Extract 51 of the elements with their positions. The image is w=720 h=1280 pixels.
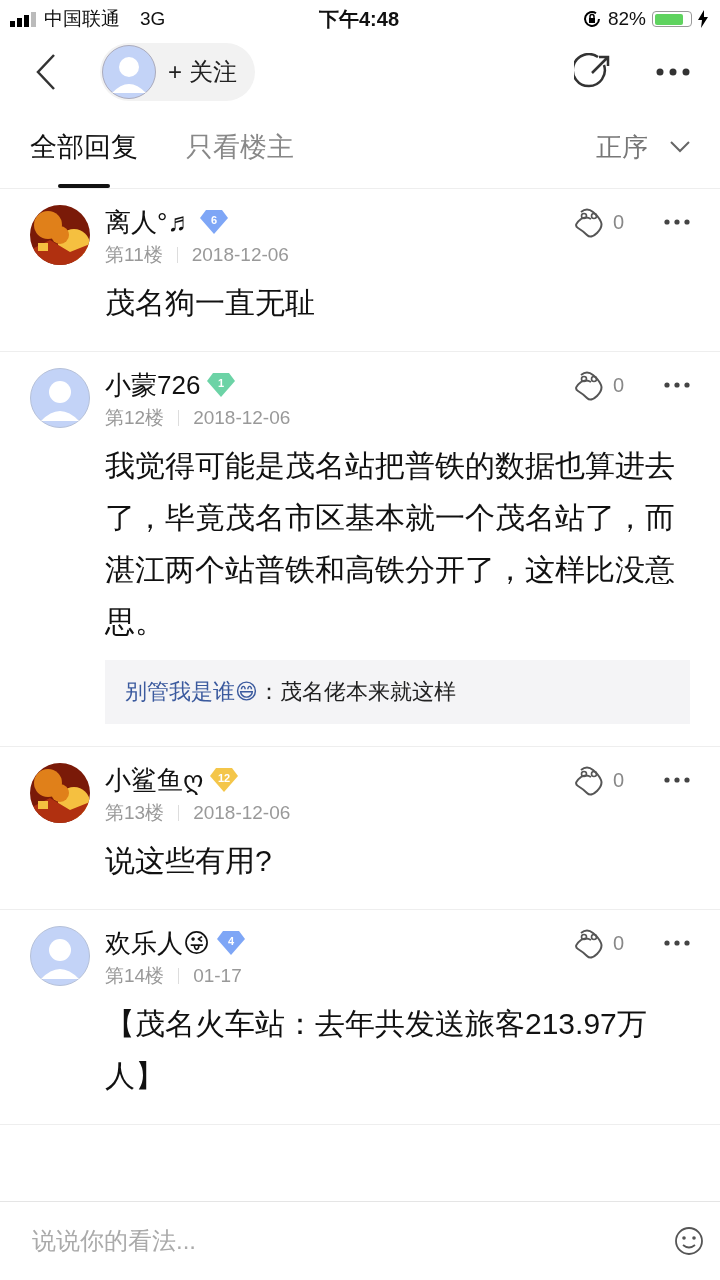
chevron-down-icon: [670, 141, 690, 153]
like-icon[interactable]: [572, 764, 605, 796]
back-icon[interactable]: [36, 54, 56, 90]
post-text: 说这些有用?: [105, 843, 273, 879]
post-text: 茂名狗一直无耻: [105, 285, 316, 321]
clock: 下午4:48: [319, 6, 399, 32]
more-icon[interactable]: [664, 940, 690, 946]
level-badge: 6: [199, 209, 230, 235]
username[interactable]: 小鲨鱼ღ: [105, 762, 204, 798]
more-icon[interactable]: [656, 68, 690, 76]
sort-dropdown[interactable]: 正序: [596, 129, 690, 165]
like-count: 0: [612, 931, 624, 955]
post-date: 01-17: [193, 965, 242, 987]
like-icon[interactable]: [572, 206, 605, 238]
post-date: 2018-12-06: [193, 407, 291, 429]
like-icon[interactable]: [572, 927, 605, 959]
reply-user[interactable]: 别管我是谁😄: [125, 679, 258, 704]
battery-icon: [652, 11, 692, 27]
floor-number: 第14楼: [105, 964, 165, 988]
level-badge: 1: [206, 372, 237, 398]
post-date: 2018-12-06: [191, 244, 289, 266]
comment-input[interactable]: 说说你的看法...: [30, 1226, 674, 1256]
post-date: 2018-12-06: [193, 802, 291, 824]
post-text: 我觉得可能是茂名站把普铁的数据也算进去了，毕竟茂名市区基本就一个茂名站了，而湛江两个站普铁和高铁分开了，这样比没意思。: [105, 448, 676, 640]
more-icon[interactable]: [664, 219, 690, 225]
reply-text: ：茂名佬本来就这样: [257, 679, 456, 704]
like-count: 0: [612, 373, 624, 397]
level-badge: 4: [216, 930, 247, 956]
tab[interactable]: 只看楼主: [186, 106, 294, 188]
post-text: 【茂名火车站：去年共发送旅客213.97万人】: [105, 1006, 648, 1094]
signal-icon: [10, 11, 38, 27]
more-icon[interactable]: [664, 777, 690, 783]
username[interactable]: 离人°♬: [105, 204, 194, 240]
floor-number: 第13楼: [105, 801, 165, 825]
rotation-lock-icon: [581, 9, 602, 29]
more-icon[interactable]: [664, 382, 690, 388]
carrier: 中国联通: [44, 7, 120, 31]
like-count: 0: [612, 210, 624, 234]
like-count: 0: [612, 768, 624, 792]
username[interactable]: 欢乐人😜: [105, 925, 211, 961]
floor-number: 第11楼: [105, 243, 163, 267]
level-badge: 12: [209, 767, 240, 793]
avatar-icon: [102, 45, 156, 99]
tab[interactable]: 全部回复: [30, 106, 138, 188]
floor-number: 第12楼: [105, 406, 165, 430]
battery-percent: 82%: [607, 8, 646, 30]
username[interactable]: 小蒙726: [105, 367, 201, 403]
follow-button[interactable]: + 关注: [100, 43, 255, 101]
like-icon[interactable]: [572, 369, 605, 401]
emoji-icon[interactable]: [674, 1226, 704, 1256]
network-type: 3G: [140, 8, 166, 30]
